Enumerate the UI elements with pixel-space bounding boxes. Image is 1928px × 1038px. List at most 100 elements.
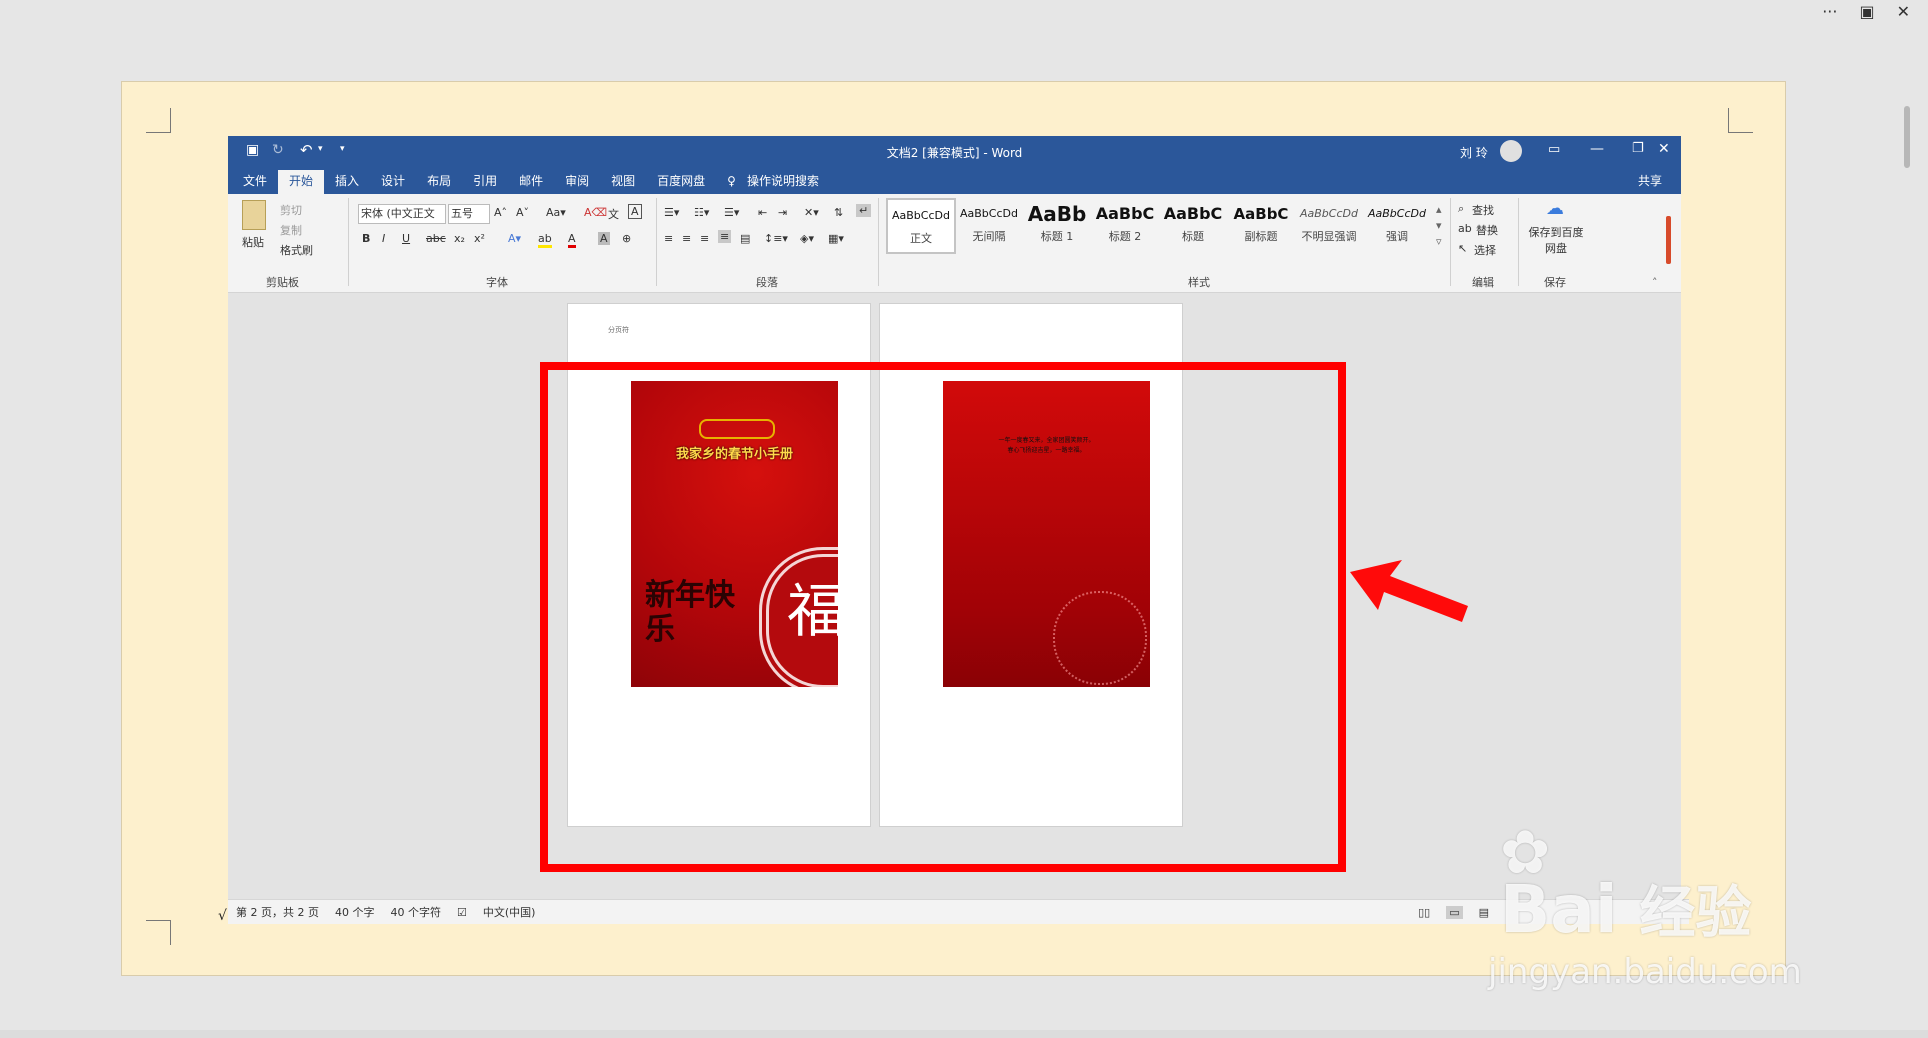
find-icon: ⌕	[1458, 202, 1465, 215]
window-controls: ··· ▣ ✕	[1822, 0, 1928, 28]
tab-insert[interactable]: 插入	[324, 170, 370, 194]
ribbon-display-icon[interactable]: ▭	[1548, 142, 1560, 157]
align-left-icon[interactable]: ≡	[664, 232, 673, 245]
font-size-select[interactable]: 五号	[448, 204, 490, 224]
strikethrough-icon[interactable]: abc	[426, 232, 446, 245]
format-painter-button[interactable]: 格式刷	[280, 242, 313, 258]
replace-button[interactable]: 替换	[1476, 222, 1498, 238]
font-color-icon[interactable]: A	[568, 232, 576, 248]
align-center-icon[interactable]: ≡	[682, 232, 691, 245]
style-preview: AaBbC	[1163, 204, 1223, 223]
replace-icon: ab	[1458, 222, 1472, 235]
page-count[interactable]: 第 2 页，共 2 页	[236, 904, 319, 920]
select-button[interactable]: 选择	[1474, 242, 1496, 258]
close-icon[interactable]: ✕	[1897, 2, 1910, 28]
copy-button[interactable]: 复制	[280, 222, 302, 238]
distributed-icon[interactable]: ▤	[740, 232, 750, 245]
style-subtle-emphasis[interactable]: AaBbCcDd 不明显强调	[1296, 198, 1362, 250]
clipboard-group-label: 剪贴板	[266, 276, 299, 289]
tab-file[interactable]: 文件	[232, 170, 278, 194]
font-name-select[interactable]: 宋体 (中文正文	[358, 204, 446, 224]
asian-layout-icon[interactable]: ✕▾	[804, 206, 819, 219]
enclose-char-icon[interactable]: ⊕	[622, 232, 631, 245]
char-border-icon[interactable]: A	[628, 204, 642, 219]
style-heading-2[interactable]: AaBbC 标题 2	[1092, 198, 1158, 250]
user-name[interactable]: 刘 玲	[1460, 144, 1488, 161]
justify-icon[interactable]: ≡	[718, 230, 732, 243]
avatar[interactable]	[1500, 140, 1522, 162]
save-to-baidu-button[interactable]: 保存到百度网盘	[1524, 224, 1588, 256]
tab-baidu[interactable]: 百度网盘	[646, 170, 716, 194]
tell-me-search[interactable]: 操作说明搜索	[747, 170, 830, 194]
shrink-font-icon[interactable]: A˅	[516, 206, 529, 219]
style-normal[interactable]: AaBbCcDd 正文	[886, 198, 956, 254]
phonetic-icon[interactable]: 文	[608, 206, 619, 222]
minimize-icon[interactable]: —	[1590, 141, 1604, 157]
bullets-icon[interactable]: ☰▾	[664, 206, 679, 219]
word-count[interactable]: 40 个字	[335, 904, 375, 920]
read-mode-icon[interactable]: ▯▯	[1418, 906, 1430, 919]
change-case-icon[interactable]: Aa▾	[546, 206, 566, 219]
web-layout-icon[interactable]: ▤	[1479, 906, 1489, 919]
style-no-spacing[interactable]: AaBbCcDd 无间隔	[956, 198, 1022, 250]
char-shading-icon[interactable]: A	[598, 232, 610, 245]
tab-home[interactable]: 开始	[278, 170, 325, 194]
select-icon: ↖	[1458, 242, 1468, 255]
tab-mailings[interactable]: 邮件	[508, 170, 554, 194]
bold-icon[interactable]: B	[362, 232, 370, 245]
highlight-icon[interactable]: ab	[538, 232, 552, 248]
language-status[interactable]: 中文(中国)	[483, 904, 536, 920]
show-marks-icon[interactable]: ↵	[856, 204, 872, 217]
tab-references[interactable]: 引用	[462, 170, 508, 194]
borders-icon[interactable]: ▦▾	[828, 232, 844, 245]
style-label: 强调	[1386, 230, 1408, 243]
italic-icon[interactable]: I	[382, 232, 385, 245]
watermark-brand-suffix: 经验	[1639, 881, 1752, 946]
increase-indent-icon[interactable]: ⇥	[778, 206, 787, 219]
share-button[interactable]: 共享	[1627, 170, 1673, 194]
sort-icon[interactable]: ⇅	[834, 206, 843, 219]
tab-review[interactable]: 审阅	[554, 170, 600, 194]
divider	[878, 198, 879, 286]
line-spacing-icon[interactable]: ↕≡▾	[764, 232, 788, 245]
outer-scrollbar[interactable]	[1904, 106, 1910, 168]
collapse-ribbon-icon[interactable]: ˄	[1652, 276, 1658, 289]
superscript-icon[interactable]: x²	[474, 232, 485, 245]
font-group-label: 字体	[486, 276, 508, 289]
paste-button[interactable]: 粘贴	[242, 234, 264, 250]
align-right-icon[interactable]: ≡	[700, 232, 709, 245]
style-label: 正文	[910, 232, 932, 245]
subscript-icon[interactable]: x₂	[454, 232, 465, 245]
shading-icon[interactable]: ◈▾	[800, 232, 814, 245]
print-layout-icon[interactable]: ▭	[1446, 905, 1463, 919]
proofing-icon[interactable]: ☑	[457, 906, 467, 919]
char-count[interactable]: 40 个字符	[390, 904, 441, 920]
restore-icon[interactable]: ❐	[1632, 141, 1644, 156]
word-scrollbar[interactable]	[1666, 216, 1671, 264]
text-effects-icon[interactable]: A▾	[508, 232, 521, 245]
style-emphasis[interactable]: AaBbCcDd 强调	[1364, 198, 1430, 250]
lightbulb-icon: ♀	[727, 174, 736, 188]
underline-icon[interactable]: U	[402, 232, 410, 245]
style-heading-1[interactable]: AaBb 标题 1	[1024, 198, 1090, 250]
style-label: 副标题	[1244, 230, 1278, 243]
clear-format-icon[interactable]: A⌫	[584, 206, 607, 219]
cut-button[interactable]: 剪切	[280, 202, 302, 218]
tab-layout[interactable]: 布局	[416, 170, 462, 194]
tab-design[interactable]: 设计	[370, 170, 416, 194]
restore-window-icon[interactable]: ▣	[1859, 2, 1874, 28]
paste-icon[interactable]	[242, 200, 266, 230]
style-label: 标题 2	[1108, 230, 1142, 243]
numbering-icon[interactable]: ☷▾	[694, 206, 709, 219]
divider	[1450, 198, 1451, 286]
tab-view[interactable]: 视图	[600, 170, 646, 194]
styles-scroll-icon[interactable]: ▴ ▾ ▿	[1436, 202, 1442, 250]
more-icon[interactable]: ···	[1822, 2, 1837, 28]
multilevel-list-icon[interactable]: ☰▾	[724, 206, 739, 219]
grow-font-icon[interactable]: A˄	[494, 206, 507, 219]
style-title[interactable]: AaBbC 标题	[1160, 198, 1226, 250]
find-button[interactable]: 查找	[1472, 202, 1494, 218]
decrease-indent-icon[interactable]: ⇤	[758, 206, 767, 219]
style-subtitle[interactable]: AaBbC 副标题	[1228, 198, 1294, 250]
close-word-icon[interactable]: ✕	[1658, 141, 1670, 157]
